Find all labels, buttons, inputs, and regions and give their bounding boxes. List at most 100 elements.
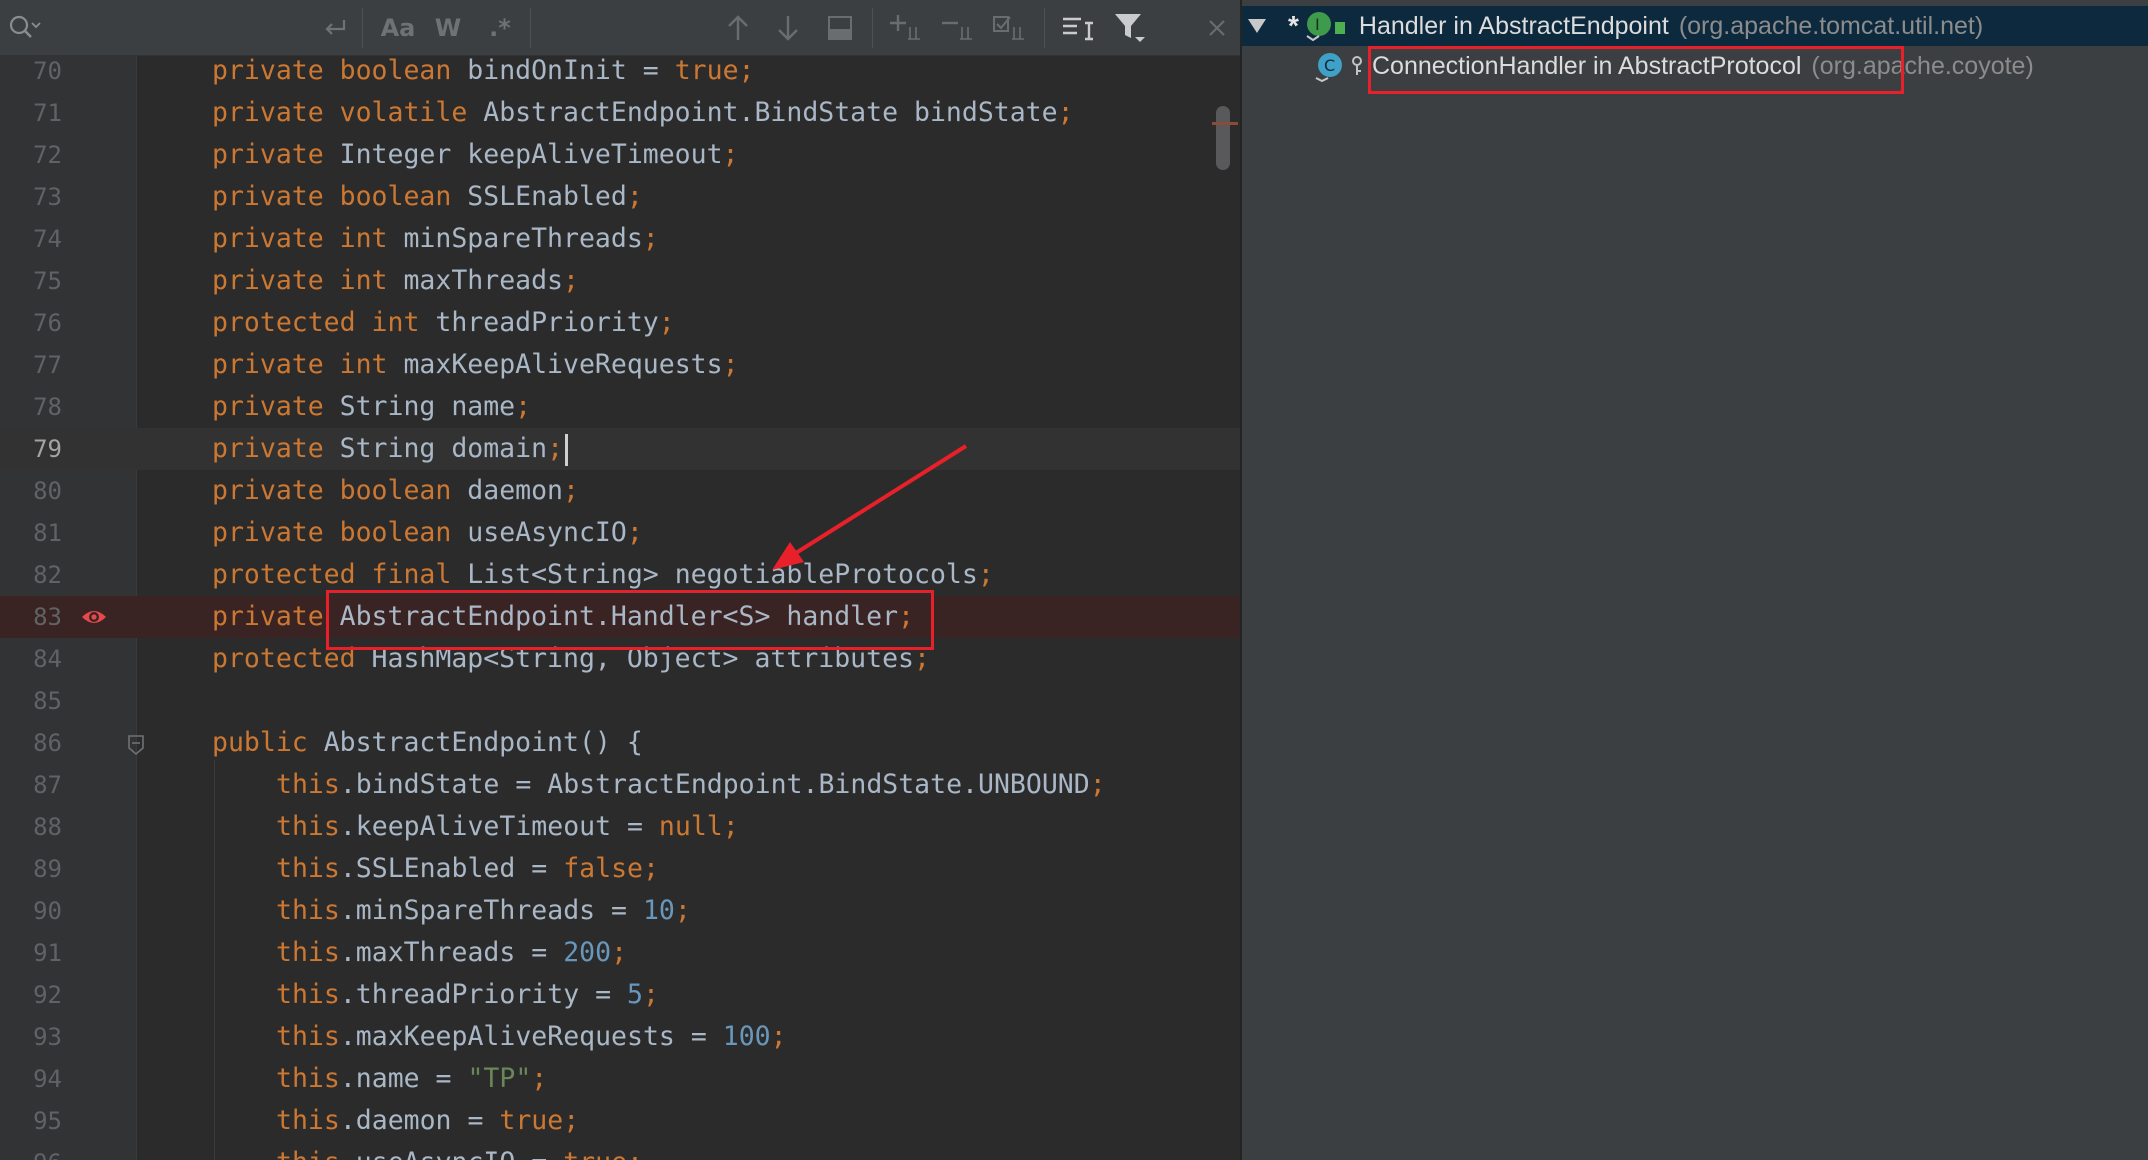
line-number[interactable]: 78 — [0, 386, 62, 428]
line-number[interactable]: 81 — [0, 512, 62, 554]
code-token: maxKeepAliveRequests — [403, 349, 723, 380]
line-number[interactable]: 76 — [0, 302, 62, 344]
code-line[interactable]: 81 private boolean useAsyncIO; — [0, 512, 1240, 554]
code-text[interactable]: this.minSpareThreads = 10; — [276, 890, 691, 932]
filter-icon[interactable] — [1110, 10, 1150, 46]
line-number[interactable]: 84 — [0, 638, 62, 680]
select-occurrences-icon[interactable] — [990, 10, 1030, 46]
line-number[interactable]: 77 — [0, 344, 62, 386]
code-text[interactable]: private int maxThreads; — [212, 260, 579, 302]
code-text[interactable]: private int maxKeepAliveRequests; — [212, 344, 739, 386]
keyword-token: private — [212, 139, 340, 170]
code-line[interactable]: 95 this.daemon = true; — [0, 1100, 1240, 1142]
hierarchy-item-handler[interactable]: * I Handler in AbstractEndpoint (org.apa… — [1242, 6, 2148, 46]
code-text[interactable]: private boolean SSLEnabled; — [212, 176, 643, 218]
code-text[interactable]: private boolean daemon; — [212, 470, 579, 512]
code-line[interactable]: 78 private String name; — [0, 386, 1240, 428]
code-line[interactable]: 85 — [0, 680, 1240, 722]
code-line[interactable]: 93 this.maxKeepAliveRequests = 100; — [0, 1016, 1240, 1058]
line-number[interactable]: 94 — [0, 1058, 62, 1100]
line-number[interactable]: 82 — [0, 554, 62, 596]
code-line[interactable]: 90 this.minSpareThreads = 10; — [0, 890, 1240, 932]
line-number[interactable]: 88 — [0, 806, 62, 848]
code-line[interactable]: 80 private boolean daemon; — [0, 470, 1240, 512]
close-icon[interactable] — [1200, 10, 1234, 46]
line-number[interactable]: 80 — [0, 470, 62, 512]
fold-marker-icon[interactable] — [126, 734, 146, 761]
code-line[interactable]: 76 protected int threadPriority; — [0, 302, 1240, 344]
code-line[interactable]: 92 this.threadPriority = 5; — [0, 974, 1240, 1016]
code-line[interactable]: 89 this.SSLEnabled = false; — [0, 848, 1240, 890]
line-number[interactable]: 70 — [0, 50, 62, 92]
code-line[interactable]: 73 private boolean SSLEnabled; — [0, 176, 1240, 218]
match-case-toggle[interactable]: Aa — [378, 10, 418, 46]
code-line[interactable]: 79 private String domain; — [0, 428, 1240, 470]
line-number[interactable]: 92 — [0, 974, 62, 1016]
code-line[interactable]: 70 private boolean bindOnInit = true; — [0, 50, 1240, 92]
code-text[interactable]: public AbstractEndpoint() { — [212, 722, 643, 764]
code-text[interactable]: private Integer keepAliveTimeout; — [212, 134, 739, 176]
line-number[interactable]: 90 — [0, 890, 62, 932]
code-token: .SSLEnabled = — [339, 853, 564, 884]
line-number[interactable]: 95 — [0, 1100, 62, 1142]
whole-words-toggle[interactable]: W — [430, 10, 466, 46]
code-text[interactable]: this.bindState = AbstractEndpoint.BindSt… — [276, 764, 1106, 806]
line-number[interactable]: 87 — [0, 764, 62, 806]
code-line[interactable]: 77 private int maxKeepAliveRequests; — [0, 344, 1240, 386]
code-text[interactable]: private String name; — [212, 386, 531, 428]
line-number[interactable]: 86 — [0, 722, 62, 764]
code-text[interactable]: this.keepAliveTimeout = null; — [276, 806, 739, 848]
type-hierarchy-panel[interactable]: * I Handler in AbstractEndpoint (org.apa… — [1242, 0, 2148, 1160]
line-number[interactable]: 93 — [0, 1016, 62, 1058]
code-text[interactable]: private volatile AbstractEndpoint.BindSt… — [212, 92, 1074, 134]
code-line[interactable]: 87 this.bindState = AbstractEndpoint.Bind… — [0, 764, 1240, 806]
code-line[interactable]: 94 this.name = "TP"; — [0, 1058, 1240, 1100]
line-number[interactable]: 72 — [0, 134, 62, 176]
arrow-down-icon[interactable] — [770, 10, 806, 46]
select-all-occurrences-icon[interactable] — [822, 10, 858, 46]
code-line[interactable]: 72 private Integer keepAliveTimeout; — [0, 134, 1240, 176]
line-number[interactable]: 75 — [0, 260, 62, 302]
vertical-scrollbar[interactable] — [1216, 106, 1230, 170]
code-token: .maxKeepAliveRequests = — [339, 1021, 723, 1052]
search-icon[interactable] — [4, 10, 44, 46]
line-number[interactable]: 85 — [0, 680, 62, 722]
code-text[interactable]: this.daemon = true; — [276, 1100, 579, 1142]
code-text[interactable]: protected int threadPriority; — [212, 302, 675, 344]
code-line[interactable]: 88 this.keepAliveTimeout = null; — [0, 806, 1240, 848]
regex-toggle[interactable]: .* — [480, 10, 520, 46]
code-text[interactable]: this.name = "TP"; — [276, 1058, 547, 1100]
line-number[interactable]: 74 — [0, 218, 62, 260]
code-text[interactable]: this.maxThreads = 200; — [276, 932, 627, 974]
code-line[interactable]: 86 public AbstractEndpoint() { — [0, 722, 1240, 764]
expand-triangle-icon[interactable] — [1246, 16, 1270, 36]
keyword-token: null — [658, 811, 723, 842]
line-number[interactable]: 71 — [0, 92, 62, 134]
code-text[interactable]: this.threadPriority = 5; — [276, 974, 659, 1016]
add-occurrence-icon[interactable] — [886, 10, 926, 46]
breakpoint-eye-icon[interactable] — [80, 605, 108, 634]
code-editor[interactable]: Aa W .* 70 private boolean bindOnInit = … — [0, 0, 1240, 1160]
code-text[interactable]: private boolean bindOnInit = true; — [212, 50, 755, 92]
line-number[interactable]: 96 — [0, 1142, 62, 1160]
code-text[interactable]: private boolean useAsyncIO; — [212, 512, 643, 554]
code-line[interactable]: 96 this.useAsyncIO = true; — [0, 1142, 1240, 1160]
remove-occurrence-icon[interactable] — [938, 10, 978, 46]
code-line[interactable]: 91 this.maxThreads = 200; — [0, 932, 1240, 974]
code-text[interactable]: private String domain; — [212, 428, 569, 470]
code-text[interactable]: private int minSpareThreads; — [212, 218, 659, 260]
new-line-icon[interactable] — [316, 10, 352, 46]
filter-search-results-icon[interactable] — [1058, 10, 1098, 46]
line-number[interactable]: 91 — [0, 932, 62, 974]
line-number[interactable]: 89 — [0, 848, 62, 890]
code-text[interactable]: this.SSLEnabled = false; — [276, 848, 659, 890]
line-number[interactable]: 83 — [0, 596, 62, 638]
code-text[interactable]: this.maxKeepAliveRequests = 100; — [276, 1016, 787, 1058]
code-line[interactable]: 74 private int minSpareThreads; — [0, 218, 1240, 260]
line-number[interactable]: 73 — [0, 176, 62, 218]
code-text[interactable]: this.useAsyncIO = true; — [276, 1142, 643, 1160]
code-line[interactable]: 75 private int maxThreads; — [0, 260, 1240, 302]
arrow-up-icon[interactable] — [720, 10, 756, 46]
line-number[interactable]: 79 — [0, 428, 62, 470]
code-line[interactable]: 71 private volatile AbstractEndpoint.Bind… — [0, 92, 1240, 134]
